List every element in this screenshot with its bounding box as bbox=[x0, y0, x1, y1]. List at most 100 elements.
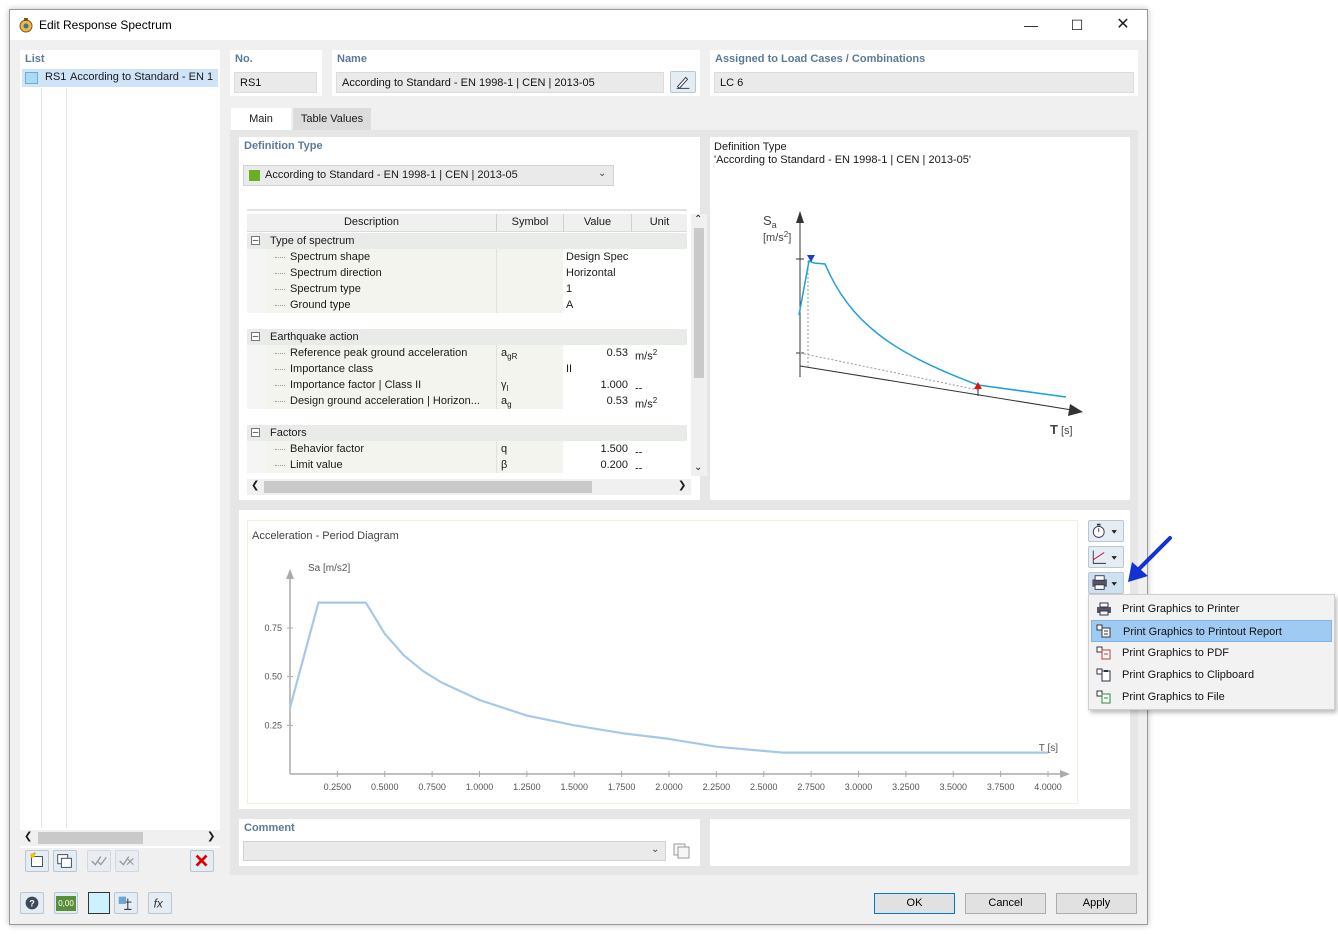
scroll-thumb[interactable] bbox=[264, 481, 592, 493]
scroll-thumb[interactable] bbox=[694, 228, 704, 378]
comment-library-button[interactable] bbox=[671, 841, 693, 861]
help-button[interactable]: ? bbox=[20, 892, 44, 914]
scroll-left-arrow[interactable]: ❮ bbox=[251, 480, 259, 491]
tab-table-values[interactable]: Table Values bbox=[293, 108, 371, 130]
apply-button[interactable]: Apply bbox=[1056, 893, 1137, 914]
grid-header: Description Symbol Value Unit bbox=[247, 214, 687, 232]
definition-type-select[interactable]: According to Standard - EN 1998-1 | CEN … bbox=[243, 165, 614, 186]
grid-row[interactable]: Spectrum direction Horizontal bbox=[247, 265, 687, 281]
check-button[interactable] bbox=[87, 850, 111, 872]
grid-cell-value[interactable]: Design Spectrum bbox=[566, 249, 628, 265]
grid-row[interactable]: Spectrum type 1 bbox=[247, 281, 687, 297]
list-item[interactable]: RS1 According to Standard - EN 1 bbox=[22, 69, 218, 87]
menu-item-label: Print Graphics to Clipboard bbox=[1122, 669, 1255, 681]
copy-item-button[interactable] bbox=[53, 850, 77, 872]
comment-input[interactable]: ⌄ bbox=[243, 841, 666, 861]
new-item-button[interactable] bbox=[25, 850, 49, 872]
menu-item-print-to-clipboard[interactable]: Print Graphics to Clipboard bbox=[1091, 664, 1332, 686]
display-settings-button[interactable] bbox=[114, 892, 138, 914]
maximize-button[interactable]: ☐ bbox=[1054, 10, 1100, 40]
collapse-minus-icon[interactable]: – bbox=[251, 428, 260, 437]
chart-y-label: Sa [m/s2] bbox=[308, 563, 350, 574]
definition-swatch bbox=[249, 170, 260, 181]
grid-cell-unit bbox=[635, 361, 685, 377]
edit-name-button[interactable] bbox=[670, 71, 696, 93]
chart-x-tick-label: 2.0000 bbox=[655, 782, 683, 792]
grid-row[interactable]: Ground type A bbox=[247, 297, 687, 313]
pointer-arrow-icon bbox=[1128, 536, 1172, 582]
col-symbol[interactable]: Symbol bbox=[497, 216, 563, 228]
grid-cell-unit: -- bbox=[635, 462, 643, 473]
grid-cell-symbol bbox=[501, 281, 561, 297]
col-unit[interactable]: Unit bbox=[632, 216, 687, 228]
list-h-scrollbar[interactable]: ❮ ❯ bbox=[20, 830, 220, 846]
menu-item-print-to-file[interactable]: Print Graphics to File bbox=[1091, 686, 1332, 708]
units-icon: 0,00 bbox=[56, 896, 76, 911]
file-icon bbox=[1096, 690, 1111, 704]
chart-x-tick-label: 4.0000 bbox=[1034, 782, 1062, 792]
ok-button[interactable]: OK bbox=[874, 893, 955, 914]
grid-group-row[interactable]: – Earthquake action bbox=[247, 329, 687, 345]
scroll-left-arrow[interactable]: ❮ bbox=[24, 831, 32, 842]
units-button[interactable]: 0,00 bbox=[54, 892, 78, 914]
scroll-up-arrow[interactable]: ⌃ bbox=[694, 214, 702, 225]
comment-label: Comment bbox=[244, 822, 295, 834]
col-value[interactable]: Value bbox=[564, 216, 631, 228]
chart-x-tick-label: 1.5000 bbox=[560, 782, 588, 792]
delete-item-button[interactable] bbox=[190, 850, 214, 872]
collapse-minus-icon[interactable]: – bbox=[251, 236, 260, 245]
print-dropdown-button[interactable] bbox=[1088, 572, 1124, 594]
chart-x-tick-label: 0.2500 bbox=[324, 782, 352, 792]
grid-row[interactable]: Importance factor | Class II γI 1.000 -- bbox=[247, 377, 687, 393]
scroll-right-arrow[interactable]: ❯ bbox=[678, 480, 686, 491]
chart-x-tick-label: 1.7500 bbox=[608, 782, 636, 792]
grid-cell-value[interactable]: 0.53 bbox=[566, 393, 628, 409]
axis-dropdown-button[interactable] bbox=[1088, 546, 1124, 568]
minimize-button[interactable]: — bbox=[1008, 10, 1054, 40]
grid-row[interactable]: Design ground acceleration | Horizon... a… bbox=[247, 393, 687, 409]
grid-cell-value[interactable]: 1.000 bbox=[566, 377, 628, 393]
tab-main[interactable]: Main bbox=[231, 108, 291, 130]
definition-type-label: Definition Type bbox=[244, 140, 323, 152]
scroll-down-arrow[interactable]: ⌄ bbox=[694, 462, 702, 473]
collapse-minus-icon[interactable]: – bbox=[251, 332, 260, 341]
grid-cell-value[interactable]: Horizontal bbox=[566, 265, 628, 281]
grid-group-row[interactable]: – Factors bbox=[247, 425, 687, 441]
acceleration-period-chart: 0.25 0.50 0.75 0.2500 0.5000 0.7500 1.0000 1.25… bbox=[264, 563, 1070, 792]
scroll-thumb[interactable] bbox=[38, 832, 143, 844]
grid-v-scrollbar[interactable]: ⌃ ⌄ bbox=[691, 214, 707, 476]
menu-item-print-to-pdf[interactable]: Print Graphics to PDF bbox=[1091, 642, 1332, 664]
grid-cell-unit: m/s2 bbox=[635, 396, 658, 409]
grid-cell-value[interactable]: A bbox=[566, 297, 628, 313]
grid-cell-unit bbox=[635, 297, 685, 313]
grid-cell-value[interactable]: 0.53 bbox=[566, 345, 628, 361]
assigned-field[interactable]: LC 6 bbox=[714, 72, 1134, 93]
grid-cell-value[interactable]: 0.200 bbox=[566, 457, 628, 473]
grid-cell-value[interactable]: 1 bbox=[566, 281, 628, 297]
name-field[interactable]: According to Standard - EN 1998-1 | CEN … bbox=[336, 72, 664, 93]
grid-group-row[interactable]: – Type of spectrum bbox=[247, 233, 687, 249]
grid-h-scrollbar[interactable]: ❮ ❯ bbox=[247, 479, 691, 495]
grid-row[interactable]: Spectrum shape Design Spectrum bbox=[247, 249, 687, 265]
no-field[interactable]: RS1 bbox=[234, 72, 317, 93]
uncheck-icon bbox=[119, 856, 134, 866]
menu-item-print-to-report[interactable]: Print Graphics to Printout Report bbox=[1091, 620, 1332, 642]
menu-item-print-to-printer[interactable]: Print Graphics to Printer bbox=[1091, 598, 1332, 620]
timer-dropdown-button[interactable] bbox=[1088, 520, 1124, 542]
cancel-button[interactable]: Cancel bbox=[965, 893, 1046, 914]
formula-button[interactable]: fx bbox=[148, 892, 172, 914]
graph-axis-icon bbox=[1092, 550, 1117, 564]
chart-x-tick-label: 2.7500 bbox=[797, 782, 825, 792]
grid-cell-value[interactable]: II bbox=[566, 361, 628, 377]
grid-row[interactable]: Limit value β 0.200 -- bbox=[247, 457, 687, 473]
close-button[interactable]: ✕ bbox=[1100, 10, 1146, 40]
grid-row[interactable]: Importance class II bbox=[247, 361, 687, 377]
color-button[interactable] bbox=[88, 892, 110, 914]
grid-row[interactable]: Behavior factor q 1.500 -- bbox=[247, 441, 687, 457]
col-description[interactable]: Description bbox=[247, 216, 496, 228]
grid-row[interactable]: Reference peak ground acceleration agR 0.5… bbox=[247, 345, 687, 361]
pdf-icon bbox=[1096, 646, 1111, 660]
uncheck-button[interactable] bbox=[115, 850, 139, 872]
scroll-right-arrow[interactable]: ❯ bbox=[207, 831, 215, 842]
grid-cell-value[interactable]: 1.500 bbox=[566, 441, 628, 457]
